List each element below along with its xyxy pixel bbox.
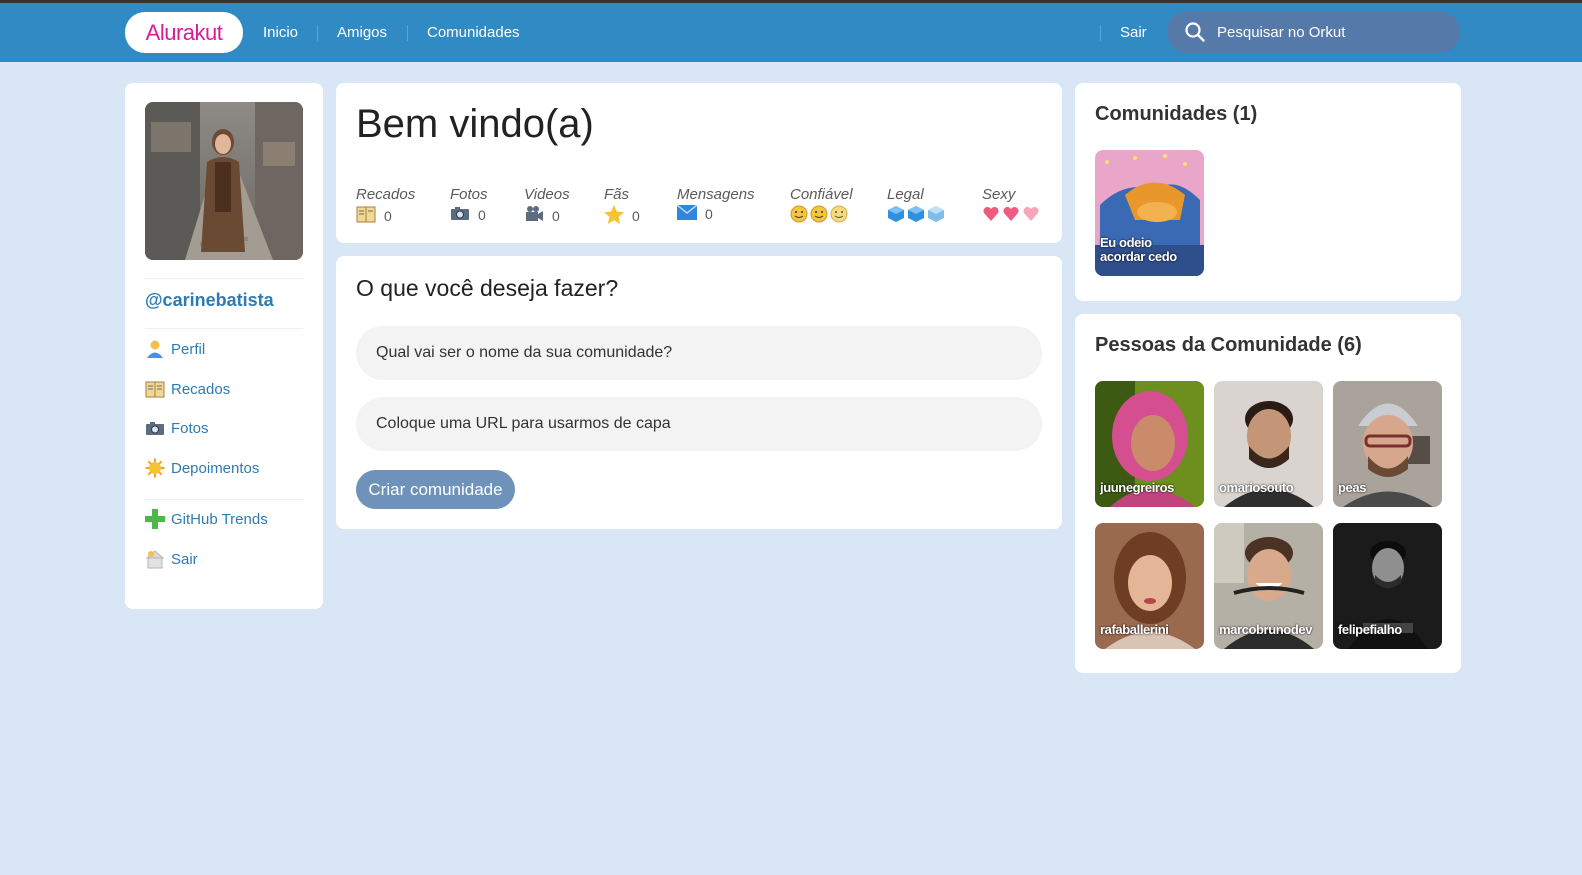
nav-link-inicio[interactable]: Inicio [263, 24, 298, 41]
stat-fas: Fãs 0 [604, 186, 640, 227]
sidebar-item-perfil[interactable]: Perfil [145, 338, 205, 360]
stat-confiavel: Confiável [790, 186, 853, 223]
nav-link-comunidades[interactable]: Comunidades [427, 24, 520, 41]
community-people-card: Pessoas da Comunidade (6) juunegreiros o… [1075, 314, 1461, 673]
profile-sidebar: @carinebatista Perfil Recados Fotos Depo… [125, 83, 323, 609]
profile-avatar[interactable] [145, 102, 303, 260]
create-community-card: O que você deseja fazer? Criar comunidad… [336, 256, 1062, 529]
book-icon [145, 379, 165, 399]
welcome-card: Bem vindo(a) Recados 0 Fotos 0 Videos 0 … [336, 83, 1062, 243]
stat-value: 0 [552, 207, 560, 224]
stat-label: Recados [356, 186, 416, 203]
person-name: juunegreiros [1100, 480, 1174, 495]
search-input[interactable] [1217, 20, 1447, 44]
profile-username[interactable]: @carinebatista [145, 290, 274, 311]
stat-sexy: Sexy [982, 186, 1042, 223]
stat-fotos: Fotos 0 [450, 186, 488, 224]
person-tile[interactable]: rafaballerini [1095, 523, 1204, 649]
stat-value: 0 [478, 206, 486, 223]
camera-icon [145, 418, 165, 438]
plus-icon [145, 509, 165, 529]
search-icon [1185, 22, 1205, 42]
person-tile[interactable]: marcobrunodev [1214, 523, 1323, 649]
stat-label: Legal [887, 186, 924, 203]
community-name-input[interactable] [356, 326, 1042, 380]
logout-link[interactable]: Sair [1120, 24, 1147, 41]
star-icon [604, 205, 624, 227]
sidebar-item-label: Depoimentos [171, 459, 260, 477]
stat-label: Mensagens [677, 186, 755, 203]
heart-icon [983, 206, 1039, 221]
sidebar-item-label: Fotos [171, 419, 209, 437]
communities-title: Comunidades (1) [1095, 103, 1258, 125]
video-camera-icon [524, 205, 544, 226]
create-community-button[interactable]: Criar comunidade [356, 470, 515, 509]
sidebar-item-depoimentos[interactable]: Depoimentos [145, 457, 259, 479]
person-tile[interactable]: peas [1333, 381, 1442, 507]
divider [145, 499, 303, 500]
search-bar [1167, 11, 1460, 53]
sidebar-item-label: Sair [171, 550, 198, 568]
welcome-title: Bem vindo(a) [356, 102, 594, 146]
stat-label: Fotos [450, 186, 488, 203]
person-name: marcobrunodev [1219, 622, 1313, 637]
logout-icon [145, 549, 165, 569]
alurakut-logo[interactable]: Alurakut [125, 12, 243, 53]
stat-label: Fãs [604, 186, 630, 203]
person-tile[interactable]: omariosouto [1214, 381, 1323, 507]
top-navigation-bar: Alurakut Inicio Amigos Comunidades Sair [0, 3, 1582, 62]
sidebar-item-label: Perfil [171, 340, 206, 358]
stat-label: Confiável [790, 186, 853, 203]
nav-divider [317, 25, 318, 41]
nav-divider [407, 25, 408, 41]
nav-divider [1100, 25, 1101, 41]
person-name: felipefialho [1338, 622, 1402, 637]
envelope-icon [676, 204, 698, 223]
section-title: O que você deseja fazer? [356, 275, 619, 301]
sidebar-item-sair[interactable]: Sair [145, 548, 198, 570]
community-tile[interactable]: Eu odeio acordar cedo [1095, 150, 1204, 276]
divider [145, 278, 303, 279]
sidebar-item-label: GitHub Trends [171, 510, 268, 528]
sun-icon [145, 458, 165, 478]
stat-value: 0 [384, 207, 392, 224]
sidebar-item-recados[interactable]: Recados [145, 378, 230, 400]
person-name: peas [1338, 480, 1367, 495]
sidebar-item-github-trends[interactable]: GitHub Trends [145, 508, 268, 530]
person-tile[interactable]: juunegreiros [1095, 381, 1204, 507]
community-name: Eu odeio acordar cedo [1100, 235, 1177, 264]
stat-recados: Recados 0 [356, 186, 415, 226]
people-title: Pessoas da Comunidade (6) [1095, 334, 1362, 356]
cube-icon [888, 206, 944, 222]
communities-card: Comunidades (1) Eu odeio acordar cedo [1075, 83, 1461, 301]
stat-label: Sexy [982, 186, 1016, 203]
stat-videos: Videos 0 [524, 186, 570, 226]
smiley-icon-rating [790, 205, 853, 223]
cover-url-input[interactable] [356, 397, 1042, 451]
stat-value: 0 [632, 208, 640, 224]
user-icon [145, 339, 165, 359]
smiley-icon [790, 205, 848, 223]
nav-link-amigos[interactable]: Amigos [337, 24, 387, 41]
book-icon [356, 205, 376, 226]
stat-label: Videos [524, 186, 570, 203]
stat-value: 0 [705, 206, 713, 222]
stat-legal: Legal [887, 186, 947, 223]
sidebar-item-label: Recados [171, 380, 231, 398]
person-tile[interactable]: felipefialho [1333, 523, 1442, 649]
person-name: rafaballerini [1100, 622, 1169, 637]
person-name: omariosouto [1219, 480, 1294, 495]
sidebar-item-fotos[interactable]: Fotos [145, 417, 209, 439]
stat-mensagens: Mensagens 0 [676, 186, 755, 223]
camera-icon [450, 205, 470, 224]
divider [145, 328, 303, 329]
